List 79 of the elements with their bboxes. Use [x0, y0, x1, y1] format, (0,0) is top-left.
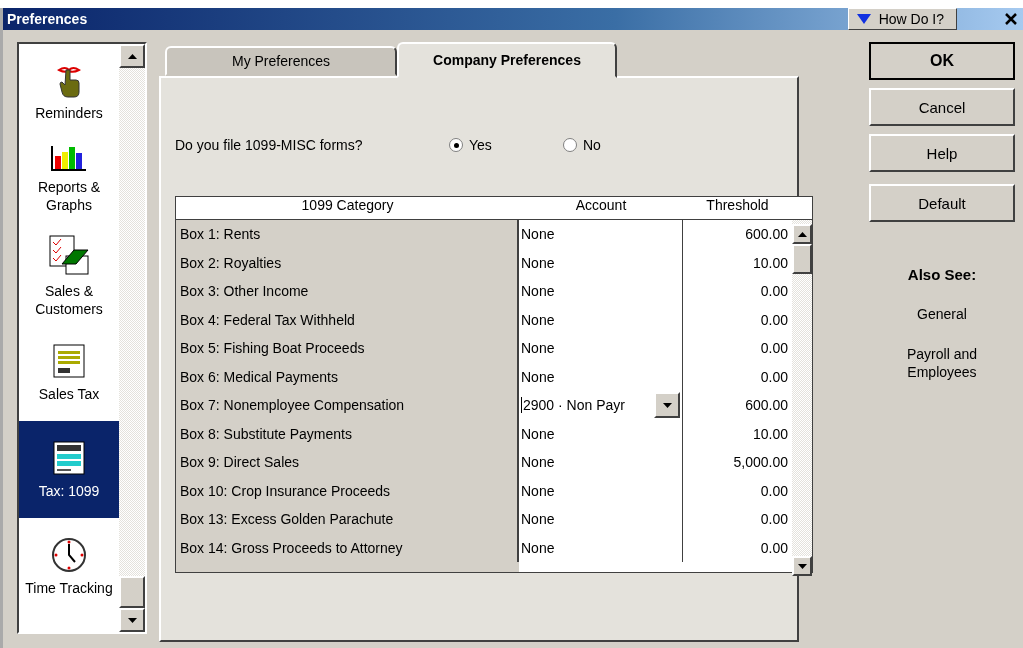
table-cell: None [519, 505, 683, 534]
category-item[interactable]: Tax: 1099 [19, 421, 119, 518]
table-cell-text: 600.00 [744, 225, 789, 245]
table-cell-text: 5,000.00 [732, 453, 789, 473]
tab[interactable]: My Preferences [165, 46, 397, 76]
table-cell-text: 0.00 [759, 310, 789, 330]
table-cell: None [519, 533, 683, 562]
form-icon [52, 439, 86, 476]
table-cell-text: 0.00 [759, 481, 789, 501]
pointing-hand-icon [55, 64, 83, 98]
table-cell: Box 10: Crop Insurance Proceeds [176, 476, 519, 505]
table-cell: Box 4: Federal Tax Withheld [176, 305, 519, 334]
checklist-icon [48, 233, 90, 276]
scroll-thumb[interactable] [792, 244, 812, 274]
triangle-icon [856, 14, 871, 24]
table-cell: Box 13: Excess Golden Parachute [176, 505, 519, 534]
column-header: Account [574, 197, 628, 215]
window-title: Preferences [7, 11, 89, 27]
account-dropdown[interactable]: 2900 · Non Payr [521, 392, 680, 419]
how-do-i-button[interactable]: How Do I? [847, 8, 957, 30]
dialog-button[interactable]: Default [869, 184, 1015, 222]
table-cell-text: 10.00 [751, 253, 789, 273]
table-cell-text: 0.00 [759, 339, 789, 359]
category-item[interactable]: Time Tracking [19, 518, 119, 615]
scrollbar[interactable] [119, 44, 145, 632]
also-see-heading: Also See: [907, 266, 977, 283]
table-cell: Box 14: Gross Proceeds to Attorney [176, 533, 519, 562]
table-cell-text: 0.00 [759, 510, 789, 530]
table-cell: None [519, 476, 683, 505]
scroll-thumb[interactable] [119, 576, 145, 608]
table-cell: Box 1: Rents [176, 220, 519, 249]
category-item[interactable]: Reminders [19, 44, 119, 130]
close-icon[interactable] [1003, 11, 1019, 27]
down-arrow-icon [797, 563, 807, 569]
down-arrow-icon [127, 617, 137, 623]
table-cell-text: 0.00 [759, 538, 789, 558]
column-header: 1099 Category [300, 197, 395, 215]
scroll-up-button[interactable] [792, 224, 812, 244]
table-cell: Box 5: Fishing Boat Proceeds [176, 334, 519, 363]
bar-chart-icon [50, 143, 88, 172]
category-item[interactable]: Sales & Customers [19, 227, 119, 324]
table-cell: None [519, 419, 683, 448]
radio-button[interactable]: Yes [449, 137, 563, 153]
table-cell-text: 10.00 [751, 424, 789, 444]
category-item[interactable]: Reports & Graphs [19, 130, 119, 227]
table-cell-text: 600.00 [744, 396, 789, 416]
tax-form-icon [52, 342, 86, 379]
table-cell: Box 3: Other Income [176, 277, 519, 306]
table-cell: None [519, 362, 683, 391]
scroll-down-button[interactable] [792, 556, 812, 576]
table-cell: None [519, 305, 683, 334]
up-arrow-icon [127, 53, 137, 59]
clock-icon [51, 536, 87, 573]
also-see-link[interactable]: General [902, 305, 982, 323]
also-see-link[interactable]: Payroll and Employees [902, 345, 982, 381]
dialog-button[interactable]: OK [869, 42, 1015, 80]
table-cell: None [519, 220, 683, 249]
tab[interactable]: Company Preferences [397, 42, 617, 78]
scroll-up-button[interactable] [119, 44, 145, 68]
radio-button[interactable]: No [563, 137, 677, 153]
column-header: Threshold [705, 197, 770, 215]
table-cell: Box 6: Medical Payments [176, 362, 519, 391]
down-arrow-icon [662, 402, 672, 408]
table-cell: None [519, 277, 683, 306]
table-cell: Box 2: Royalties [176, 248, 519, 277]
table-cell: Box 9: Direct Sales [176, 448, 519, 477]
table-cell: None [519, 248, 683, 277]
question-label: Do you file 1099-MISC forms? [175, 137, 364, 153]
dialog-button[interactable]: Cancel [869, 88, 1015, 126]
table-cell-text: 0.00 [759, 282, 789, 302]
category-item[interactable]: Sales Tax [19, 324, 119, 421]
table-cell: None [519, 334, 683, 363]
dialog-button[interactable]: Help [869, 134, 1015, 172]
up-arrow-icon [797, 231, 807, 237]
table-cell: None [519, 448, 683, 477]
table-cell-text: 0.00 [759, 367, 789, 387]
scroll-down-button[interactable] [119, 608, 145, 632]
table-cell: Box 7: Nonemployee Compensation [176, 391, 519, 420]
table-cell: Box 8: Substitute Payments [176, 419, 519, 448]
